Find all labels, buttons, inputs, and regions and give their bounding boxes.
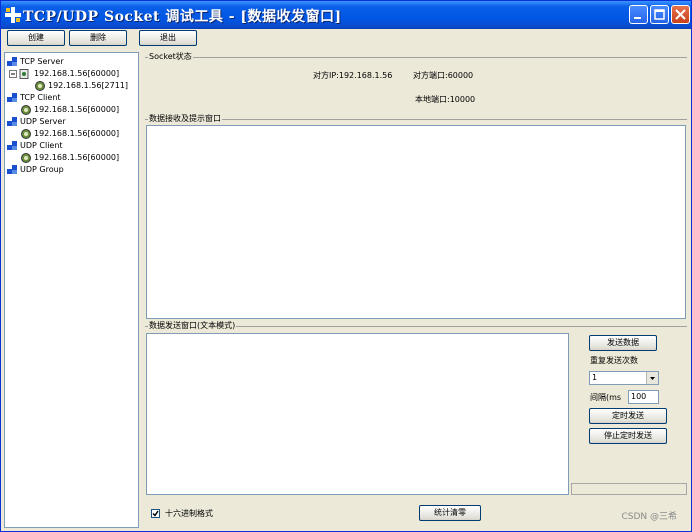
interval-value: 100 [631, 392, 647, 401]
maximize-button[interactable] [650, 5, 669, 24]
chevron-down-icon [650, 377, 655, 380]
repeat-count-select[interactable]: 1 [589, 371, 659, 385]
hex-format-checkbox[interactable] [151, 509, 160, 518]
send-data-button[interactable]: 发送数据 [589, 335, 657, 351]
status-field [571, 483, 687, 495]
connection-icon [35, 81, 45, 91]
interval-label: 间隔(ms [590, 393, 622, 402]
network-icon [7, 117, 17, 126]
network-icon [7, 165, 17, 174]
minimize-icon [634, 17, 641, 19]
window-title: TCP/UDP Socket 调试工具 - [数据收发窗口] [23, 9, 342, 25]
title-bar[interactable]: TCP/UDP Socket 调试工具 - [数据收发窗口] [1, 1, 691, 29]
socket-status-group: Socket状态 对方IP:192.168.1.56 对方端口:60000 本地… [145, 52, 687, 113]
exit-button[interactable]: 退出 [139, 30, 197, 46]
repeat-count-label: 重复发送次数 [590, 356, 638, 365]
delete-button[interactable]: 删除 [69, 30, 127, 46]
app-icon [5, 7, 21, 23]
connection-icon [21, 129, 31, 139]
receive-textarea[interactable] [146, 125, 686, 319]
receive-label: 数据接收及提示窗口 [148, 114, 222, 124]
network-icon [7, 57, 17, 66]
toolbar: 创建 删除 退出 [1, 29, 691, 49]
dropdown-button[interactable] [646, 372, 658, 384]
expand-minus-icon [9, 69, 29, 79]
maximize-icon [654, 9, 665, 20]
socket-status-label: Socket状态 [148, 52, 193, 62]
panel-splitter[interactable] [140, 52, 143, 528]
stop-timed-send-button[interactable]: 停止定时发送 [589, 428, 667, 444]
minimize-button[interactable] [629, 5, 648, 24]
remote-port-text: 对方端口:60000 [413, 71, 474, 80]
interval-input[interactable]: 100 [628, 390, 659, 404]
network-icon [7, 93, 17, 102]
connection-icon [21, 105, 31, 115]
connection-tree[interactable]: TCP Server 192.168.1.56[60000] 192.168.1… [4, 52, 139, 528]
send-label: 数据发送窗口(文本模式) [148, 321, 237, 331]
local-port-text: 本地端口:10000 [415, 95, 476, 104]
remote-ip-text: 对方IP:192.168.1.56 [313, 71, 393, 80]
app-window: TCP/UDP Socket 调试工具 - [数据收发窗口] 创建 删除 退出 … [0, 0, 692, 532]
clear-stats-button[interactable]: 统计清零 [419, 505, 481, 521]
create-button[interactable]: 创建 [7, 30, 65, 46]
send-textarea[interactable] [146, 333, 569, 495]
repeat-count-value: 1 [592, 373, 598, 382]
timed-send-button[interactable]: 定时发送 [589, 408, 667, 424]
network-icon [7, 141, 17, 150]
checkmark-icon [152, 510, 159, 517]
close-button[interactable] [671, 5, 690, 24]
watermark-text: CSDN @三希 [621, 512, 677, 522]
close-icon [675, 9, 686, 20]
connection-icon [21, 153, 31, 163]
hex-format-label: 十六进制格式 [165, 509, 213, 518]
